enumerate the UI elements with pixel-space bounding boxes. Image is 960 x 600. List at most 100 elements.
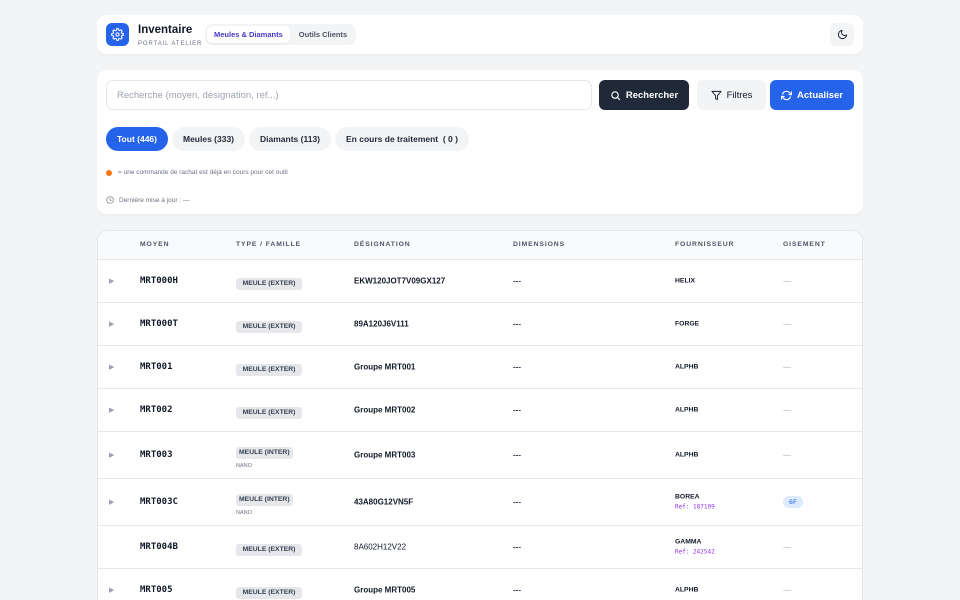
dimensions-cell: --- [513,585,521,595]
fournisseur-cell: ALPHB [675,452,698,459]
gisement-value: --- [783,362,791,372]
table-row[interactable]: ▶ MRT000T MEULE (EXTER) 89A120J6V111 --- FORG… [98,303,862,346]
refresh-button[interactable]: Actualiser [770,80,854,110]
table-row[interactable]: ▶ MRT002 MEULE (EXTER) Groupe MRT002 --- ALPH… [98,389,862,432]
dimensions-cell: --- [513,319,521,329]
type-badge: MEULE (INTER) [236,494,293,506]
expand-caret-icon[interactable]: ▶ [109,451,114,459]
tab-meules-diamants[interactable]: Meules & Diamants [207,26,290,43]
chip-meules[interactable]: Meules (333) [171,127,246,151]
search-icon [611,90,621,100]
fournisseur-cell: FORGE [675,321,699,328]
app-header: Inventaire PORTAIL ATELIER Meules & Diam… [97,15,863,54]
gisement-value: --- [783,585,791,595]
fournisseur-name: GAMMA [675,538,702,546]
family-label: NANO [236,463,252,469]
gisement-value: --- [783,450,791,460]
gisement-badge: 6F [783,496,803,508]
designation-cell: Groupe MRT002 [354,405,416,415]
refresh-button-label: Actualiser [797,89,843,101]
gisement-value: --- [783,276,791,286]
designation-cell: EKW120JOT7V09GX127 [354,276,446,286]
search-input[interactable] [106,80,592,110]
type-badge: MEULE (EXTER) [236,407,302,419]
fournisseur-name: ALPHB [675,586,699,594]
fournisseur-cell: BOREA Ref: 187109 [675,494,715,511]
fournisseur-ref: Ref: 242542 [675,548,715,556]
expand-caret-icon[interactable]: ▶ [109,498,114,506]
designation-cell: 8A602H12V22 [354,542,407,552]
theme-toggle-button[interactable] [830,23,854,46]
filter-chips: Tout (446) Meules (333) Diamants (113) E… [106,127,469,151]
clock-icon [106,196,114,204]
family-label: NANO [236,510,252,516]
last-update: Dernière mise à jour : — [106,196,189,204]
dimensions-cell: --- [513,497,521,507]
controls-panel: Rechercher Filtres Actualiser Tout (446)… [97,70,863,214]
chip-diamants[interactable]: Diamants (113) [249,127,332,151]
expand-caret-icon[interactable]: ▶ [109,406,114,414]
last-update-text: Dernière mise à jour : — [119,196,190,204]
tab-bar: Meules & Diamants Outils Clients [205,24,357,45]
expand-caret-icon[interactable]: ▶ [109,586,114,594]
expand-caret-icon[interactable]: ▶ [109,320,114,328]
gear-icon [106,23,129,46]
table-row[interactable]: ▶ MRT001 MEULE (EXTER) Groupe MRT001 --- ALPH… [98,346,862,389]
chip-en-cours[interactable]: En cours de traitement ( 0 ) [335,127,469,151]
column-header-type[interactable]: TYPE / FAMILLE [236,241,301,248]
type-cell: MEULE (EXTER) [236,581,302,599]
table-row[interactable]: ▶ MRT005 MEULE (EXTER) Groupe MRT005 --- ALPH… [98,569,862,600]
gisement-cell: --- [783,320,791,329]
tab-outils-clients[interactable]: Outils Clients [292,26,354,43]
orange-dot-icon [106,169,112,176]
dimensions-cell: --- [513,276,521,286]
moyen-cell: MRT005 [140,585,173,595]
moyen-cell: MRT002 [140,405,173,415]
column-header-moyen[interactable]: MOYEN [140,241,169,248]
designation-cell: Groupe MRT003 [354,450,416,460]
type-cell: MEULE (EXTER) [236,538,302,556]
column-header-dimensions[interactable]: DIMENSIONS [513,241,565,248]
dimensions-cell: --- [513,542,521,552]
type-badge: MEULE (EXTER) [236,278,302,290]
column-header-designation[interactable]: DÉSIGNATION [354,241,411,248]
type-badge: MEULE (EXTER) [236,587,302,599]
dimensions-cell: --- [513,450,521,460]
filter-icon [711,90,722,100]
search-button[interactable]: Rechercher [599,80,689,110]
filter-button[interactable]: Filtres [697,80,766,110]
gisement-value: --- [783,319,791,329]
fournisseur-name: HELIX [675,277,696,285]
table-header: MOYEN TYPE / FAMILLE DÉSIGNATION DIMENSI… [98,231,862,260]
fournisseur-cell: ALPHB [675,407,698,414]
type-badge: MEULE (INTER) [236,447,293,459]
gisement-cell: --- [783,363,791,372]
gisement-cell: --- [783,586,791,595]
table-row[interactable]: ▶ MRT003 MEULE (INTER) NANO Groupe MRT003 ---… [98,432,862,479]
gisement-cell: --- [783,277,791,286]
moyen-cell: MRT000H [140,276,178,286]
table-row[interactable]: ▶ MRT000H MEULE (EXTER) EKW120JOT7V09GX127 -… [98,260,862,303]
gisement-cell: --- [783,451,791,460]
gisement-cell: 6F [783,496,803,508]
chip-tout[interactable]: Tout (446) [106,127,168,151]
expand-caret-icon[interactable]: ▶ [109,363,114,371]
column-header-fournisseur[interactable]: FOURNISSEUR [675,241,734,248]
type-cell: MEULE (INTER) NANO [236,441,293,469]
table-row[interactable]: MRT004B MEULE (EXTER) 8A602H12V22 --- GAMMA R… [98,526,862,569]
column-header-gisement[interactable]: GISEMENT [783,241,826,248]
fournisseur-ref: Ref: 187109 [675,503,715,511]
moyen-cell: MRT001 [140,362,173,372]
gisement-value: --- [783,542,791,552]
fournisseur-cell: ALPHB [675,364,698,371]
expand-caret-icon[interactable]: ▶ [109,277,114,285]
moyen-cell: MRT004B [140,542,178,552]
table-row[interactable]: ▶ MRT003C MEULE (INTER) NANO 43A80G12VN5F ---… [98,479,862,526]
fournisseur-cell: HELIX [675,278,695,285]
designation-cell: 43A80G12VN5F [354,497,414,507]
refresh-icon [781,90,793,100]
gisement-value: --- [783,405,791,415]
app-title: Inventaire [138,24,193,36]
designation-cell: Groupe MRT001 [354,362,416,372]
type-cell: MEULE (EXTER) [236,272,302,290]
